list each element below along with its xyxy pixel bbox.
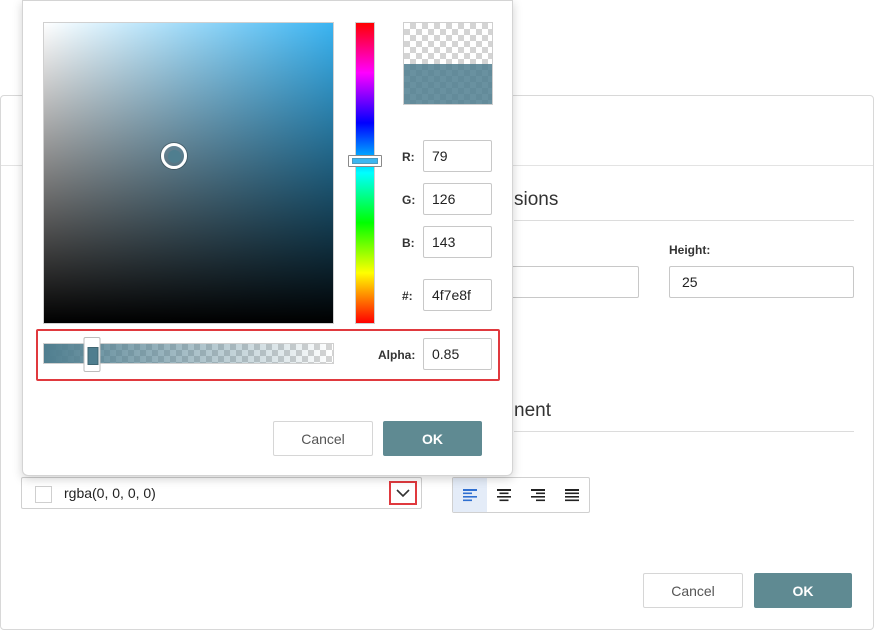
hex-label: #:	[402, 289, 413, 303]
hue-slider-handle[interactable]	[348, 155, 382, 167]
color-select-value: rgba(0, 0, 0, 0)	[64, 485, 156, 501]
align-justify-button[interactable]	[555, 478, 589, 512]
align-right-button[interactable]	[521, 478, 555, 512]
saturation-value-area[interactable]	[43, 22, 334, 324]
color-preview	[403, 22, 493, 105]
red-label: R:	[402, 150, 415, 164]
green-input[interactable]: 126	[423, 183, 492, 215]
preview-new-color	[404, 64, 492, 104]
dialog-cancel-button[interactable]: Cancel	[643, 573, 743, 608]
red-input[interactable]: 79	[423, 140, 492, 172]
align-center-icon	[497, 489, 511, 502]
hex-input[interactable]: 4f7e8f	[423, 279, 492, 311]
alpha-input[interactable]: 0.85	[423, 338, 492, 370]
chevron-down-icon	[396, 488, 410, 497]
blue-input[interactable]: 143	[423, 226, 492, 258]
color-select[interactable]: rgba(0, 0, 0, 0)	[21, 477, 422, 509]
align-center-button[interactable]	[487, 478, 521, 512]
picker-cancel-button[interactable]: Cancel	[273, 421, 373, 456]
dialog-ok-button[interactable]: OK	[754, 573, 852, 608]
dimensions-section-divider	[514, 220, 854, 221]
alignment-section-divider	[514, 431, 854, 432]
preview-original-color	[404, 23, 492, 64]
align-justify-icon	[565, 489, 579, 502]
color-swatch	[35, 486, 52, 503]
alpha-label: Alpha:	[378, 348, 416, 362]
height-input[interactable]: 25	[669, 266, 854, 298]
height-label: Height:	[669, 243, 711, 257]
dimensions-section-title: sions	[514, 189, 559, 210]
blue-label: B:	[402, 236, 415, 250]
color-picker-popup: R: 79 G: 126 B: 143 #: 4f7e8f Alpha: 0.8…	[22, 0, 513, 476]
align-right-icon	[531, 489, 545, 502]
alpha-slider-handle[interactable]	[83, 337, 101, 372]
align-left-button[interactable]	[453, 478, 487, 512]
alignment-section-title: nent	[514, 400, 551, 421]
hue-slider[interactable]	[348, 22, 382, 324]
alignment-button-group	[452, 477, 590, 513]
green-label: G:	[402, 193, 416, 207]
picker-ok-button[interactable]: OK	[383, 421, 482, 456]
color-dropdown-toggle[interactable]	[389, 481, 417, 505]
align-left-icon	[463, 489, 477, 502]
saturation-value-handle[interactable]	[161, 143, 187, 169]
